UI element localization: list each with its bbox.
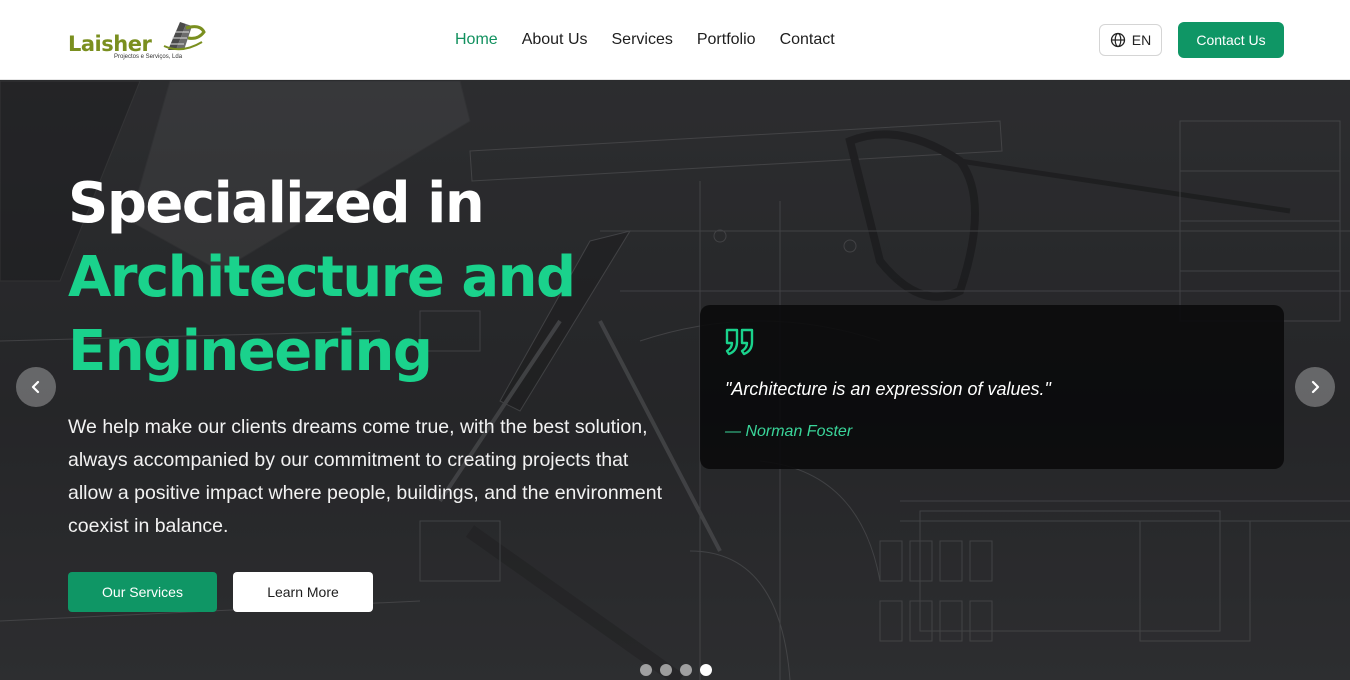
hero-headline: Specialized in Architecture and Engineer…: [68, 167, 708, 389]
contact-us-button[interactable]: Contact Us: [1178, 22, 1284, 58]
quote-text: "Architecture is an expression of values…: [725, 379, 1051, 399]
carousel-dot-1[interactable]: [640, 664, 652, 676]
carousel-dot-3[interactable]: [680, 664, 692, 676]
nav-about-us[interactable]: About Us: [522, 29, 588, 51]
nav-portfolio[interactable]: Portfolio: [697, 29, 756, 51]
nav-home[interactable]: Home: [455, 29, 498, 51]
company-logo[interactable]: Laisher Projectos e Serviços, Lda: [66, 14, 216, 66]
quote-icon: [725, 328, 754, 356]
chevron-left-icon: [31, 380, 40, 394]
hero-carousel: Specialized in Architecture and Engineer…: [0, 81, 1350, 680]
carousel-indicators: [640, 664, 712, 676]
chevron-right-icon: [1311, 380, 1320, 394]
logo-building-icon: [163, 22, 206, 51]
carousel-prev-button[interactable]: [16, 367, 56, 407]
headline-line-2: Architecture and: [68, 245, 576, 310]
our-services-button[interactable]: Our Services: [68, 572, 217, 612]
carousel-dot-4[interactable]: [700, 664, 712, 676]
language-selector[interactable]: EN: [1099, 24, 1162, 56]
globe-icon: [1110, 32, 1125, 48]
headline-line-1: Specialized in: [68, 171, 485, 236]
site-header: Laisher Projectos e Serviços, Lda Home A…: [0, 0, 1350, 80]
hero-description: We help make our clients dreams come tru…: [68, 416, 663, 537]
language-label: EN: [1131, 32, 1152, 48]
logo-wordmark: Laisher: [68, 32, 152, 56]
learn-more-button[interactable]: Learn More: [233, 572, 373, 612]
nav-contact[interactable]: Contact: [780, 29, 835, 51]
carousel-dot-2[interactable]: [660, 664, 672, 676]
quote-author: — Norman Foster: [725, 423, 853, 440]
logo-subtitle: Projectos e Serviços, Lda: [114, 54, 183, 60]
headline-line-3: Engineering: [68, 319, 433, 384]
nav-services[interactable]: Services: [612, 29, 673, 51]
main-nav: Home About Us Services Portfolio Contact: [455, 29, 835, 51]
carousel-next-button[interactable]: [1295, 367, 1335, 407]
quote-card: "Architecture is an expression of values…: [700, 305, 1284, 469]
